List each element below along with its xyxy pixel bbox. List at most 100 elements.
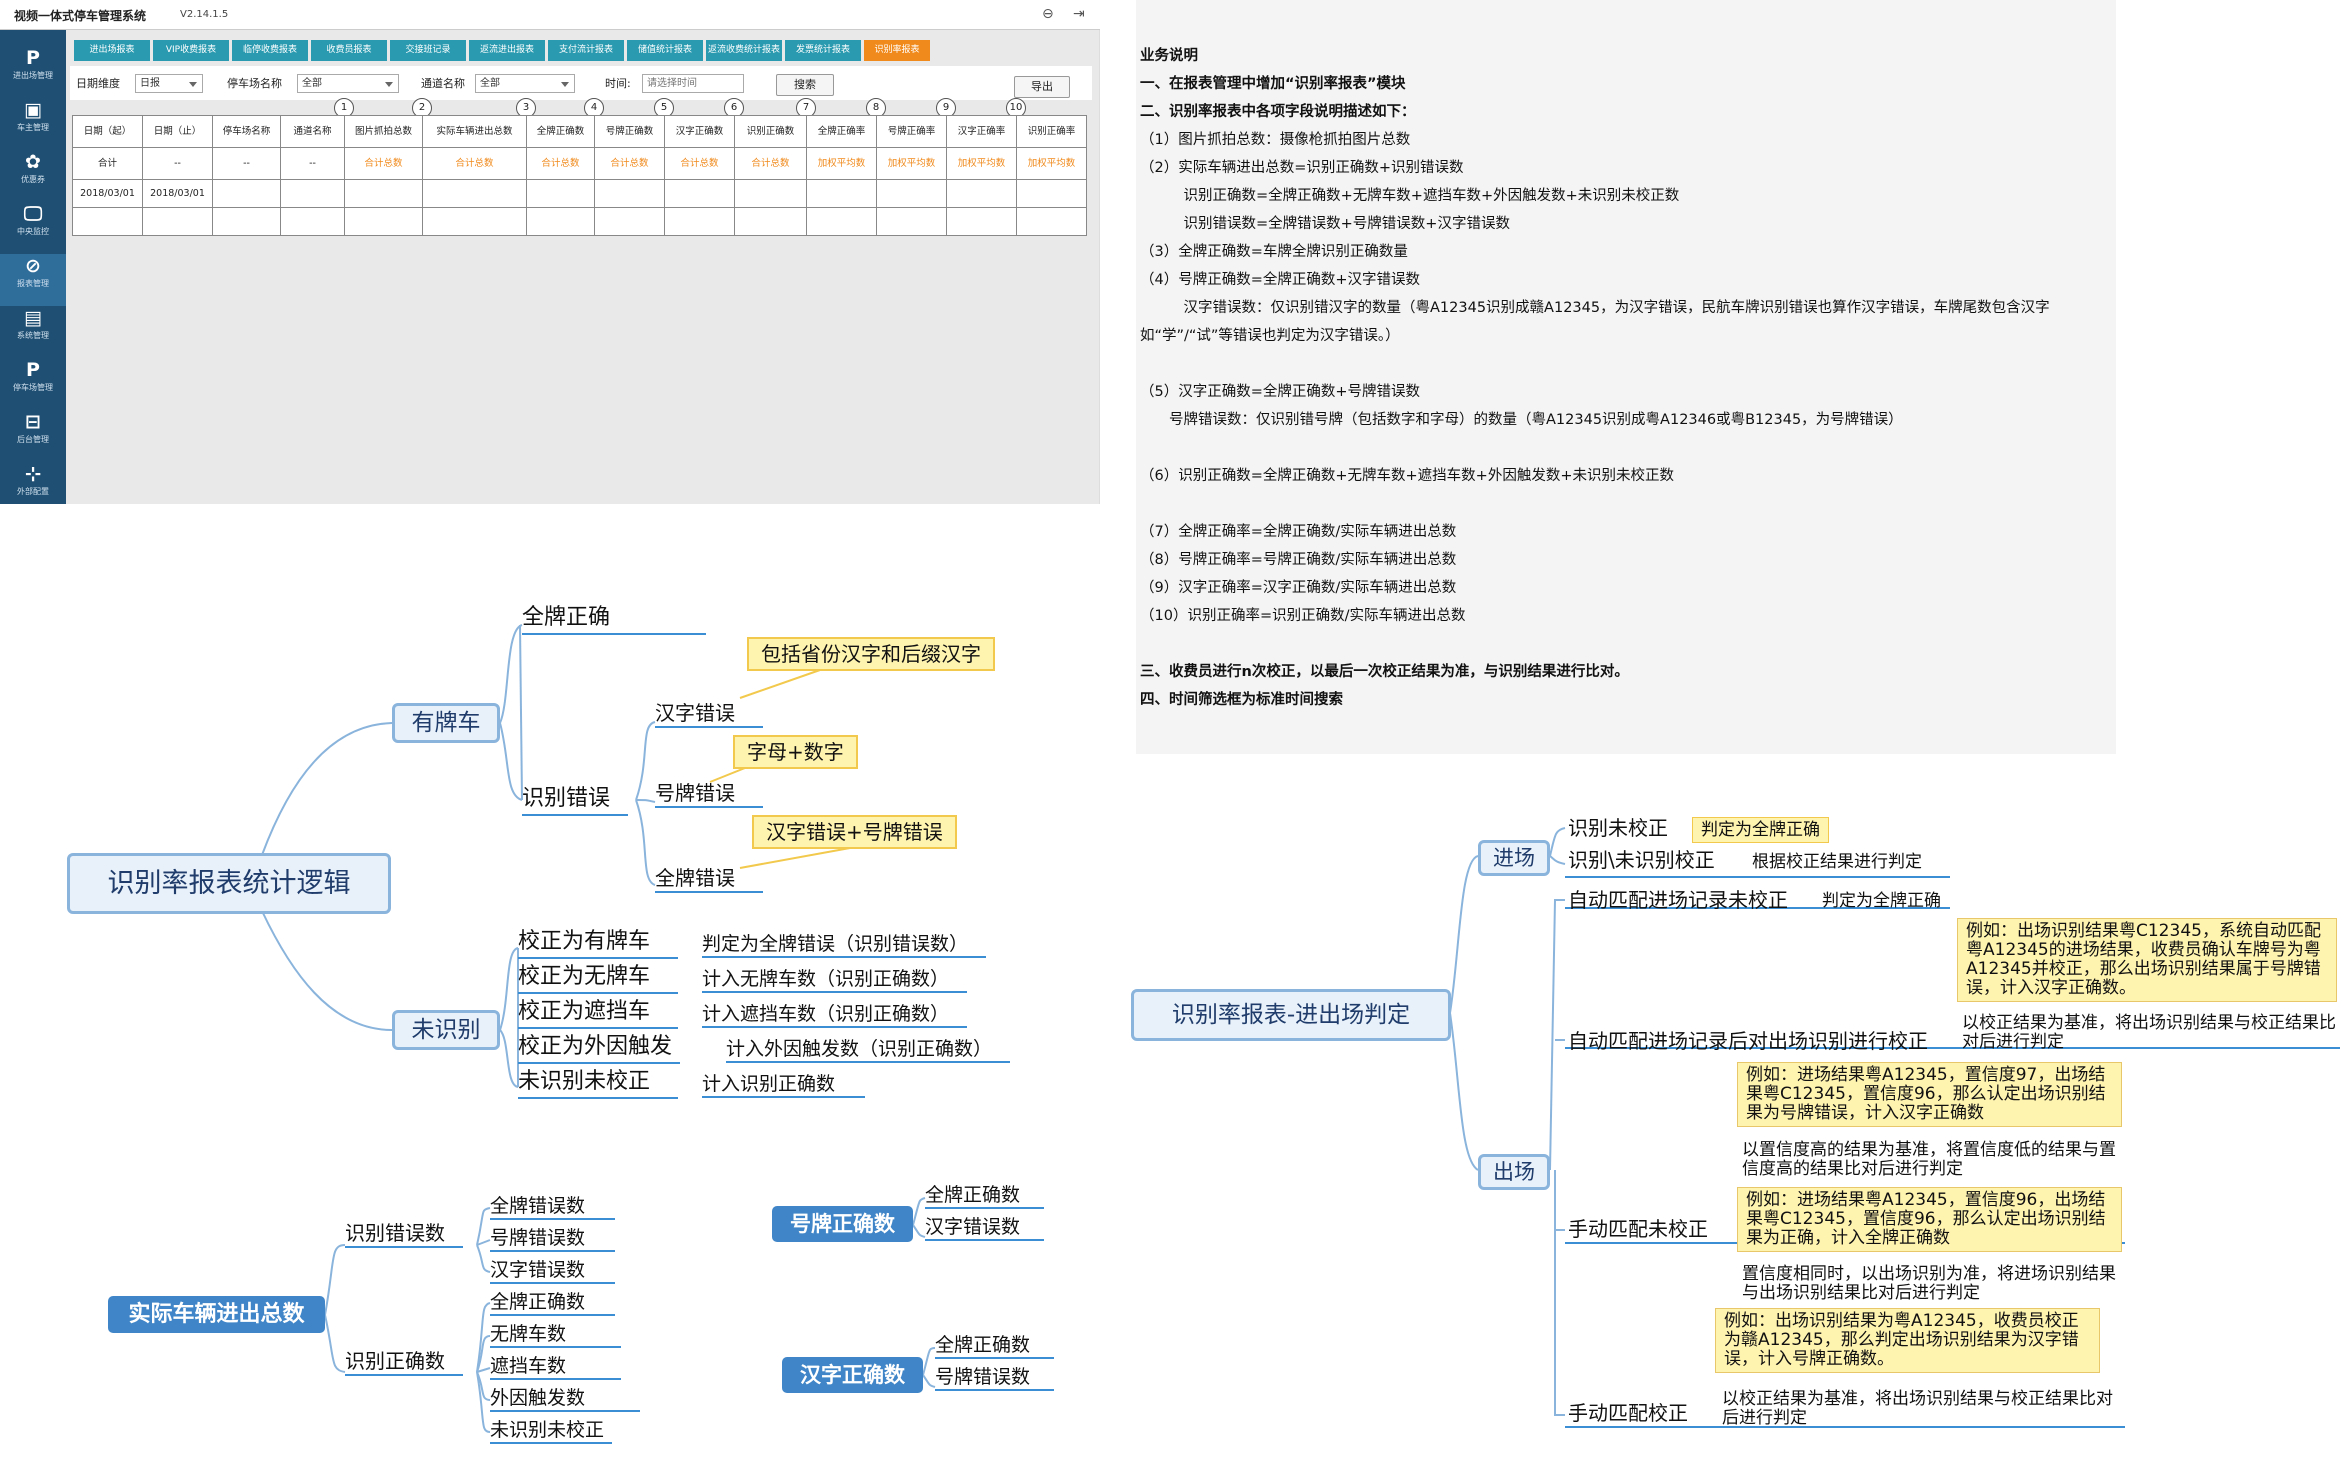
mm1-note-full: 汉字错误+号牌错误 xyxy=(752,815,957,849)
table-row xyxy=(72,207,1087,236)
spec-line: 三、收费员进行n次校正，以最后一次校正结果为准，与识别结果进行比对。 xyxy=(1140,664,1629,680)
table-cell xyxy=(280,207,345,236)
tab-7[interactable]: 储值统计报表 xyxy=(627,40,703,61)
export-button[interactable]: 导出 xyxy=(1014,76,1070,98)
mm1-hanzi-error: 汉字错误 xyxy=(655,700,763,728)
search-button[interactable]: 搜索 xyxy=(776,74,834,96)
table-cell xyxy=(664,179,735,208)
table-cell xyxy=(422,179,527,208)
sidebar-item-0[interactable]: P 进出场管理 xyxy=(0,46,66,98)
table-cell: 加权平均数 xyxy=(946,147,1017,180)
table-cell xyxy=(1016,179,1087,208)
table-cell xyxy=(526,207,595,236)
tab-8[interactable]: 返流收费统计报表 xyxy=(706,40,782,61)
sidebar-item-8[interactable]: ⊹ 外部配置 xyxy=(0,462,66,514)
tab-5[interactable]: 返流进出报表 xyxy=(469,40,545,61)
spec-line: 识别正确数=全牌正确数+无牌车数+遮挡车数+外因触发数+未识别未校正数 xyxy=(1140,188,1680,204)
sidebar-item-7[interactable]: ⊟ 后台管理 xyxy=(0,410,66,462)
mm5-x3-note2: 例如：进场结果粤A12345，置信度96，出场结果粤C12345，置信度96，那… xyxy=(1737,1187,2122,1252)
mm5-x2: 自动匹配进场记录后对出场识别进行校正 xyxy=(1568,1029,1928,1053)
mm1-full-correct: 全牌正确 xyxy=(522,603,707,635)
table-row: 2018/03/01 2018/03/01 xyxy=(72,179,1087,208)
mm2-correct-leaf: 无牌车数 xyxy=(490,1322,622,1348)
channel-select[interactable]: 全部 xyxy=(475,74,575,93)
tab-6[interactable]: 支付流计报表 xyxy=(548,40,624,61)
sidebar-item-label: 优惠券 xyxy=(21,175,45,184)
sidebar-item-label: 车主管理 xyxy=(17,123,49,132)
table-cell xyxy=(594,179,665,208)
mm5-x4-value: 以校正结果为基准，将出场识别结果与校正结果比对后进行判定 xyxy=(1722,1389,2113,1428)
table-cell xyxy=(72,207,143,236)
title-bar: 视频一体式停车管理系统 V2.14.1.5 ⊖ ⇥ xyxy=(0,0,1100,30)
sidebar-item-icon: ▣ xyxy=(24,99,42,121)
table-cell xyxy=(212,207,281,236)
mm2-error-leaf: 全牌错误数 xyxy=(490,1194,616,1220)
table-cell: -- xyxy=(142,147,213,180)
lot-select[interactable]: 全部 xyxy=(297,74,399,93)
sidebar-item-1[interactable]: ▣ 车主管理 xyxy=(0,98,66,150)
table-cell: 合计总数 xyxy=(664,147,735,180)
spec-line: 如“学”/“试”等错误也判定为汉字错误。） xyxy=(1140,328,1400,344)
mm2-error-leaf: 号牌错误数 xyxy=(490,1226,616,1252)
tab-3[interactable]: 收费员报表 xyxy=(311,40,387,61)
logout-icon[interactable]: ⇥ xyxy=(1073,6,1085,22)
mm5-e2: 识别\未识别校正 xyxy=(1568,848,1715,872)
table-cell: 日期（起） xyxy=(72,115,143,148)
table-cell: 图片抓拍总数 xyxy=(344,115,423,148)
table-cell: 号牌正确数 xyxy=(594,115,665,148)
mm3-leaf: 全牌正确数 xyxy=(925,1183,1045,1209)
tab-0[interactable]: 进出场报表 xyxy=(74,40,150,61)
mm2-correct-leaf: 全牌正确数 xyxy=(490,1290,616,1316)
table-cell xyxy=(734,207,807,236)
spec-line: （10）识别正确率=识别正确数/实际车辆进出总数 xyxy=(1140,608,1466,624)
app-title: 视频一体式停车管理系统 xyxy=(14,9,147,23)
tab-10[interactable]: 识别率报表 xyxy=(864,40,930,61)
sidebar-item-5[interactable]: ▤ 系统管理 xyxy=(0,306,66,358)
mm5-e1-note: 判定为全牌正确 xyxy=(1692,817,1829,843)
mm1-plate-node: 有牌车 xyxy=(392,703,500,743)
mm2-error-leaf: 汉字错误数 xyxy=(490,1258,616,1284)
table-cell xyxy=(946,207,1017,236)
table-cell xyxy=(344,207,423,236)
user-icon[interactable]: ⊖ xyxy=(1042,6,1054,22)
tab-9[interactable]: 发票统计报表 xyxy=(785,40,861,61)
table-cell: 识别正确数 xyxy=(734,115,807,148)
table-cell xyxy=(594,207,665,236)
tab-1[interactable]: VIP收费报表 xyxy=(153,40,229,61)
granularity-select[interactable]: 日报 xyxy=(135,74,203,93)
time-input[interactable] xyxy=(642,74,744,93)
mm1-un-value: 计入无牌车数（识别正确数） xyxy=(702,967,968,993)
mm1-note-plate: 字母+数字 xyxy=(733,735,858,769)
mm5-x3: 手动匹配未校正 xyxy=(1568,1217,1708,1241)
mm5-x2-note: 例如：出场识别结果粤C12345，系统自动匹配粤A12345的进场结果，收费员确… xyxy=(1957,918,2337,1002)
table-cell: 合计总数 xyxy=(734,147,807,180)
mm5-x4: 手动匹配校正 xyxy=(1568,1401,1688,1425)
tab-4[interactable]: 交接班记录 xyxy=(390,40,466,61)
mm5-root: 识别率报表-进出场判定 xyxy=(1131,989,1451,1041)
table-cell xyxy=(280,179,345,208)
table-cell: 汉字正确率 xyxy=(946,115,1017,148)
tab-2[interactable]: 临停收费报表 xyxy=(232,40,308,61)
sidebar-item-3[interactable]: 🖵 中央监控 xyxy=(0,202,66,254)
table-cell xyxy=(664,207,735,236)
table-cell: 加权平均数 xyxy=(806,147,877,180)
mm1-plate-error: 号牌错误 xyxy=(655,780,763,808)
table-row: 合计 -- -- -- 合计总数 合计总数 合计总数 合计总数 合计总数 合计总数 加权平均数 加权平… xyxy=(72,147,1087,180)
sidebar-item-icon: P xyxy=(26,359,40,381)
table-cell xyxy=(946,179,1017,208)
sidebar-item-6[interactable]: P 停车场管理 xyxy=(0,358,66,410)
spec-line: 四、时间筛选框为标准时间搜索 xyxy=(1140,692,1343,708)
sidebar-item-4[interactable]: ⊘ 报表管理 xyxy=(0,254,66,306)
spec-line: （4）号牌正确数=全牌正确数+汉字错误数 xyxy=(1140,272,1421,288)
sidebar-item-2[interactable]: ✿ 优惠券 xyxy=(0,150,66,202)
table-cell: 汉字正确数 xyxy=(664,115,735,148)
table-cell xyxy=(344,179,423,208)
sidebar: P 进出场管理 ▣ 车主管理 ✿ 优惠券 🖵 中央监控 ⊘ 报表管理 ▤ 系统管理 P 停车场管理 ⊟ 后台管… xyxy=(0,30,66,504)
table-cell: 合计总数 xyxy=(422,147,527,180)
granularity-label: 日期维度 xyxy=(76,77,120,90)
table-cell: 全牌正确数 xyxy=(526,115,595,148)
sidebar-item-label: 报表管理 xyxy=(17,279,49,288)
mm5-x2-value: 以校正结果为基准，将出场识别结果与校正结果比对后进行判定 xyxy=(1962,1013,2336,1052)
mm1-un-value: 计入遮挡车数（识别正确数） xyxy=(702,1002,968,1028)
sidebar-item-icon: P xyxy=(26,47,40,69)
